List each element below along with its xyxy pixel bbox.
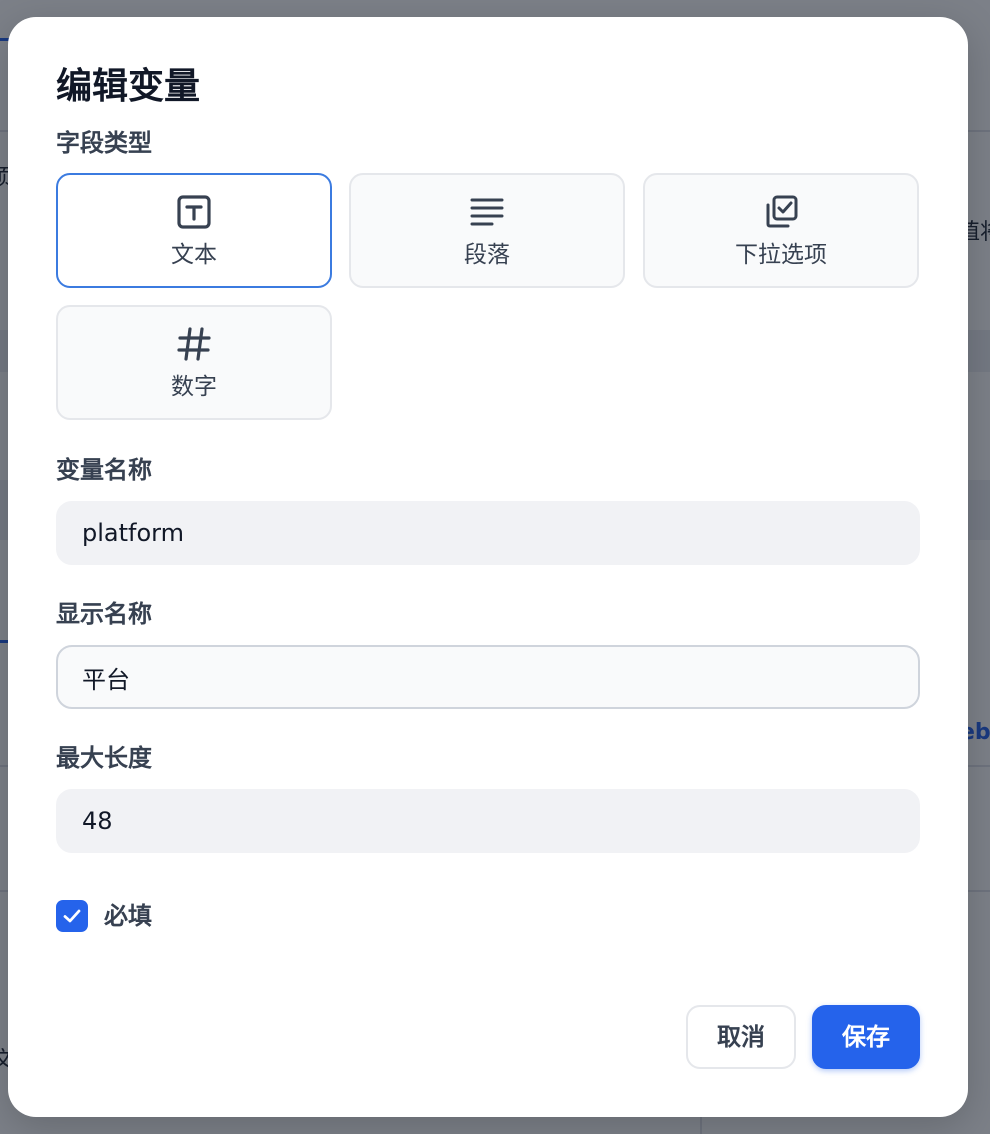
type-option-number[interactable]: 数字 bbox=[56, 305, 332, 420]
required-checkbox[interactable] bbox=[56, 900, 88, 932]
type-option-text[interactable]: 文本 bbox=[56, 173, 332, 288]
dialog-title: 编辑变量 bbox=[56, 66, 201, 107]
display-name-input[interactable] bbox=[58, 647, 918, 707]
hash-icon bbox=[177, 327, 211, 361]
checkmark-icon bbox=[63, 909, 81, 923]
max-length-input[interactable] bbox=[58, 791, 918, 851]
field-type-label: 字段类型 bbox=[56, 129, 152, 157]
dropdown-copy-check-icon bbox=[766, 195, 798, 228]
max-length-field-wrapper bbox=[56, 789, 920, 853]
display-name-field-wrapper bbox=[56, 645, 920, 709]
cancel-button[interactable]: 取消 bbox=[686, 1005, 796, 1069]
type-option-paragraph[interactable]: 段落 bbox=[349, 173, 625, 288]
max-length-label: 最大长度 bbox=[56, 744, 152, 772]
type-option-label: 文本 bbox=[171, 242, 217, 268]
type-option-label: 下拉选项 bbox=[735, 242, 827, 268]
edit-variable-dialog: 编辑变量 字段类型 文本 段落 下拉选项 数字 变量名称 platform 显示… bbox=[8, 17, 968, 1117]
type-option-label: 段落 bbox=[464, 242, 510, 268]
variable-name-label: 变量名称 bbox=[56, 456, 152, 484]
display-name-label: 显示名称 bbox=[56, 600, 152, 628]
paragraph-lines-icon bbox=[470, 198, 504, 226]
variable-name-input[interactable] bbox=[58, 503, 918, 563]
type-option-dropdown[interactable]: 下拉选项 bbox=[643, 173, 919, 288]
save-button[interactable]: 保存 bbox=[812, 1005, 920, 1069]
required-label[interactable]: 必填 bbox=[104, 900, 152, 932]
variable-name-field-wrapper bbox=[56, 501, 920, 565]
text-box-icon bbox=[177, 195, 211, 229]
type-option-label: 数字 bbox=[171, 374, 217, 400]
